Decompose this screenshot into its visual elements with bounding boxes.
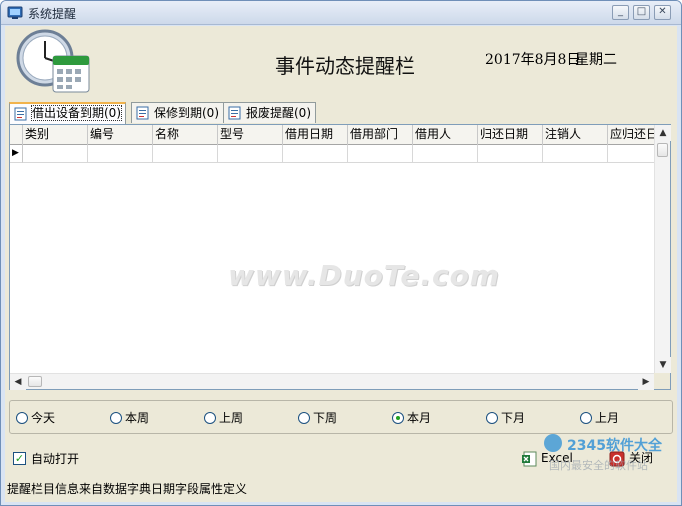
app-icon <box>7 6 23 19</box>
title-bar[interactable]: 系统提醒 _ □ ✕ <box>1 1 681 25</box>
watermark: www.DuoTe.com <box>228 259 500 292</box>
current-row-arrow-icon: ▶ <box>12 148 19 158</box>
radio-next-month[interactable]: 下月 <box>486 411 525 427</box>
grid-corner <box>10 125 23 145</box>
document-icon <box>228 106 241 120</box>
checkmark-icon[interactable]: ✓ <box>13 452 26 465</box>
vertical-scroll-thumb[interactable] <box>657 143 668 157</box>
scroll-up-icon[interactable]: ▲ <box>655 125 671 141</box>
grid-cell[interactable] <box>478 145 543 163</box>
radio-label: 本月 <box>407 411 432 425</box>
horizontal-scroll-thumb[interactable] <box>28 376 42 387</box>
header: 事件动态提醒栏 2017年8月8日 星期二 <box>5 26 677 100</box>
document-icon <box>14 107 27 121</box>
column-header[interactable]: 名称 <box>153 125 218 145</box>
status-bar: 提醒栏目信息来自数据字典日期字段属性定义 <box>7 482 248 496</box>
grid-cell[interactable] <box>348 145 413 163</box>
tab-label: 借出设备到期(0) <box>31 105 122 121</box>
column-header[interactable]: 借用日期 <box>283 125 348 145</box>
column-header[interactable]: 注销人 <box>543 125 608 145</box>
radio-button[interactable] <box>16 412 28 424</box>
grid-cell[interactable] <box>413 145 478 163</box>
data-grid[interactable]: 类别 编号 名称 型号 借用日期 借用部门 借用人 归还日期 注销人 应归还日 … <box>9 124 671 390</box>
row-indicator[interactable]: ▶ <box>10 145 23 163</box>
table-row[interactable] <box>23 145 657 163</box>
grid-cell[interactable] <box>608 145 657 163</box>
column-header[interactable]: 借用人 <box>413 125 478 145</box>
clock-calendar-icon <box>16 29 90 93</box>
document-icon <box>136 106 149 120</box>
scroll-down-icon[interactable]: ▼ <box>655 357 671 373</box>
minimize-button[interactable]: _ <box>612 5 629 20</box>
2345-logo: 2345软件大全 国内最安全的软件站 <box>544 434 663 472</box>
page-title: 事件动态提醒栏 <box>275 54 415 78</box>
radio-button[interactable] <box>204 412 216 424</box>
radio-last-week[interactable]: 上周 <box>204 411 243 427</box>
tab-label: 报废提醒(0) <box>246 106 311 120</box>
column-header[interactable]: 应归还日 <box>608 125 657 145</box>
date-label: 2017年8月8日 <box>485 52 581 68</box>
radio-button[interactable] <box>486 412 498 424</box>
main-window: 系统提醒 _ □ ✕ 事件动态提醒栏 2017年8月8日 星期二 借出设备到期(… <box>0 0 682 506</box>
grid-cell[interactable] <box>153 145 218 163</box>
grid-cell[interactable] <box>218 145 283 163</box>
horizontal-scrollbar[interactable]: ◀ ▶ <box>10 373 654 390</box>
vertical-scrollbar[interactable]: ▲ ▼ <box>654 125 671 373</box>
grid-cell[interactable] <box>543 145 608 163</box>
tab-scrap-reminder[interactable]: 报废提醒(0) <box>223 102 316 123</box>
radio-next-week[interactable]: 下周 <box>298 411 337 427</box>
auto-open-checkbox[interactable]: ✓ 自动打开 <box>13 452 79 468</box>
radio-today[interactable]: 今天 <box>16 411 55 427</box>
excel-icon <box>522 451 537 467</box>
column-header[interactable]: 型号 <box>218 125 283 145</box>
scrollbar-corner <box>654 373 670 389</box>
column-header[interactable]: 借用部门 <box>348 125 413 145</box>
radio-button[interactable] <box>110 412 122 424</box>
tab-strip: 借出设备到期(0) 保修到期(0) 报废提醒(0) <box>7 102 675 124</box>
radio-label: 下月 <box>501 411 526 425</box>
grid-header: 类别 编号 名称 型号 借用日期 借用部门 借用人 归还日期 注销人 应归还日 <box>10 125 657 145</box>
window-title: 系统提醒 <box>28 7 77 21</box>
grid-cell[interactable] <box>283 145 348 163</box>
weekday-label: 星期二 <box>575 52 617 68</box>
radio-this-month[interactable]: 本月 <box>392 411 431 427</box>
radio-label: 上周 <box>219 411 244 425</box>
svg-text:国内最安全的软件站: 国内最安全的软件站 <box>549 458 648 472</box>
scroll-left-icon[interactable]: ◀ <box>10 374 26 390</box>
grid-cell[interactable] <box>23 145 88 163</box>
svg-text:2345软件大全: 2345软件大全 <box>567 437 663 454</box>
auto-open-label: 自动打开 <box>31 452 80 466</box>
radio-button-selected[interactable] <box>392 412 404 424</box>
tab-label: 保修到期(0) <box>154 106 219 120</box>
maximize-button[interactable]: □ <box>633 5 650 20</box>
column-header[interactable]: 编号 <box>88 125 153 145</box>
close-window-button[interactable]: ✕ <box>654 5 671 20</box>
scroll-right-icon[interactable]: ▶ <box>638 374 654 390</box>
tab-warranty-due[interactable]: 保修到期(0) <box>131 102 224 123</box>
radio-label: 今天 <box>31 411 56 425</box>
radio-label: 下周 <box>313 411 338 425</box>
radio-button[interactable] <box>298 412 310 424</box>
grid-cell[interactable] <box>88 145 153 163</box>
column-header[interactable]: 归还日期 <box>478 125 543 145</box>
column-header[interactable]: 类别 <box>23 125 88 145</box>
radio-this-week[interactable]: 本周 <box>110 411 149 427</box>
radio-label: 本周 <box>125 411 150 425</box>
tab-borrowed-due[interactable]: 借出设备到期(0) <box>9 102 126 124</box>
